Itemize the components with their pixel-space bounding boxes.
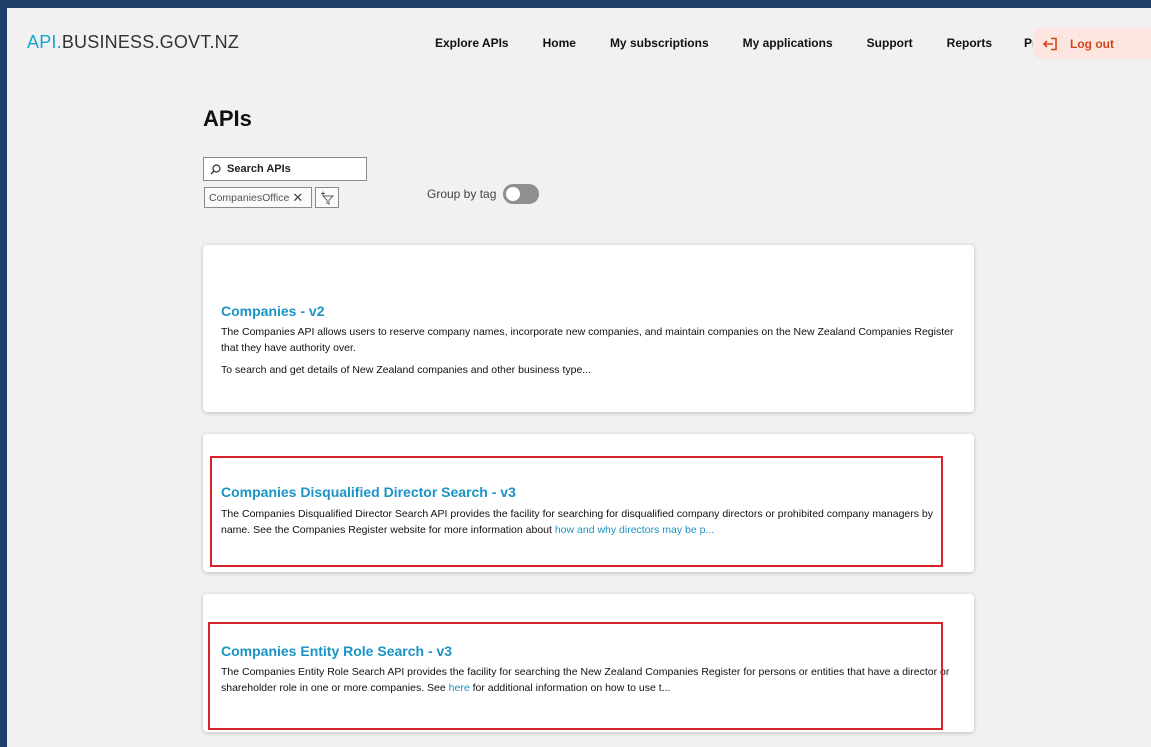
nav-my-subscriptions[interactable]: My subscriptions [610, 36, 709, 50]
logout-icon [1042, 37, 1057, 50]
group-by-tag: Group by tag [427, 184, 540, 204]
api-card-entity-role: Companies Entity Role Search - v3 The Co… [203, 594, 974, 732]
filter-tag-label: CompaniesOffice [209, 191, 290, 204]
main-nav: Explore APIs Home My subscriptions My ap… [435, 36, 1075, 50]
group-by-tag-toggle[interactable] [503, 184, 540, 204]
api-description: The Companies Disqualified Director Sear… [221, 506, 961, 538]
logo-domain: BUSINESS.GOVT.NZ [61, 32, 240, 52]
filter-tag-chip: CompaniesOffice ✕ [204, 187, 312, 208]
search-input[interactable]: Search APIs [203, 157, 367, 181]
logout-button[interactable]: Log out [1033, 28, 1151, 59]
search-placeholder: Search APIs [227, 163, 291, 175]
add-filter-icon [321, 191, 334, 205]
directors-info-link[interactable]: how and why directors may be p... [555, 524, 714, 536]
toggle-knob [506, 187, 521, 201]
api-title-disqualified-director[interactable]: Companies Disqualified Director Search -… [221, 484, 516, 500]
logo-api: API. [27, 32, 62, 52]
nav-my-applications[interactable]: My applications [743, 36, 833, 50]
nav-reports[interactable]: Reports [947, 36, 992, 50]
logout-label: Log out [1070, 36, 1114, 51]
page-title: APIs [203, 106, 252, 131]
api-title-entity-role[interactable]: Companies Entity Role Search - v3 [221, 643, 452, 659]
here-link[interactable]: here [449, 682, 470, 694]
nav-support[interactable]: Support [867, 36, 913, 50]
api-description-more: To search and get details of New Zealand… [221, 364, 592, 376]
api-card-companies: Companies - v2 The Companies API allows … [203, 245, 974, 412]
search-icon [210, 163, 221, 174]
remove-tag-icon[interactable]: ✕ [292, 190, 303, 206]
api-description: The Companies Entity Role Search API pro… [221, 664, 961, 696]
group-by-tag-label: Group by tag [427, 187, 497, 201]
site-logo[interactable]: API.BUSINESS.GOVT.NZ [27, 32, 239, 53]
nav-home[interactable]: Home [543, 36, 576, 50]
api-title-companies[interactable]: Companies - v2 [221, 303, 324, 319]
api-description-text-end: for additional information on how to use… [472, 682, 671, 694]
nav-explore-apis[interactable]: Explore APIs [435, 36, 509, 50]
add-filter-button[interactable] [315, 187, 339, 208]
api-card-disqualified-director: Companies Disqualified Director Search -… [203, 434, 974, 572]
api-description: The Companies API allows users to reserv… [221, 326, 954, 354]
page-frame: API.BUSINESS.GOVT.NZ Explore APIs Home M… [7, 8, 1151, 747]
